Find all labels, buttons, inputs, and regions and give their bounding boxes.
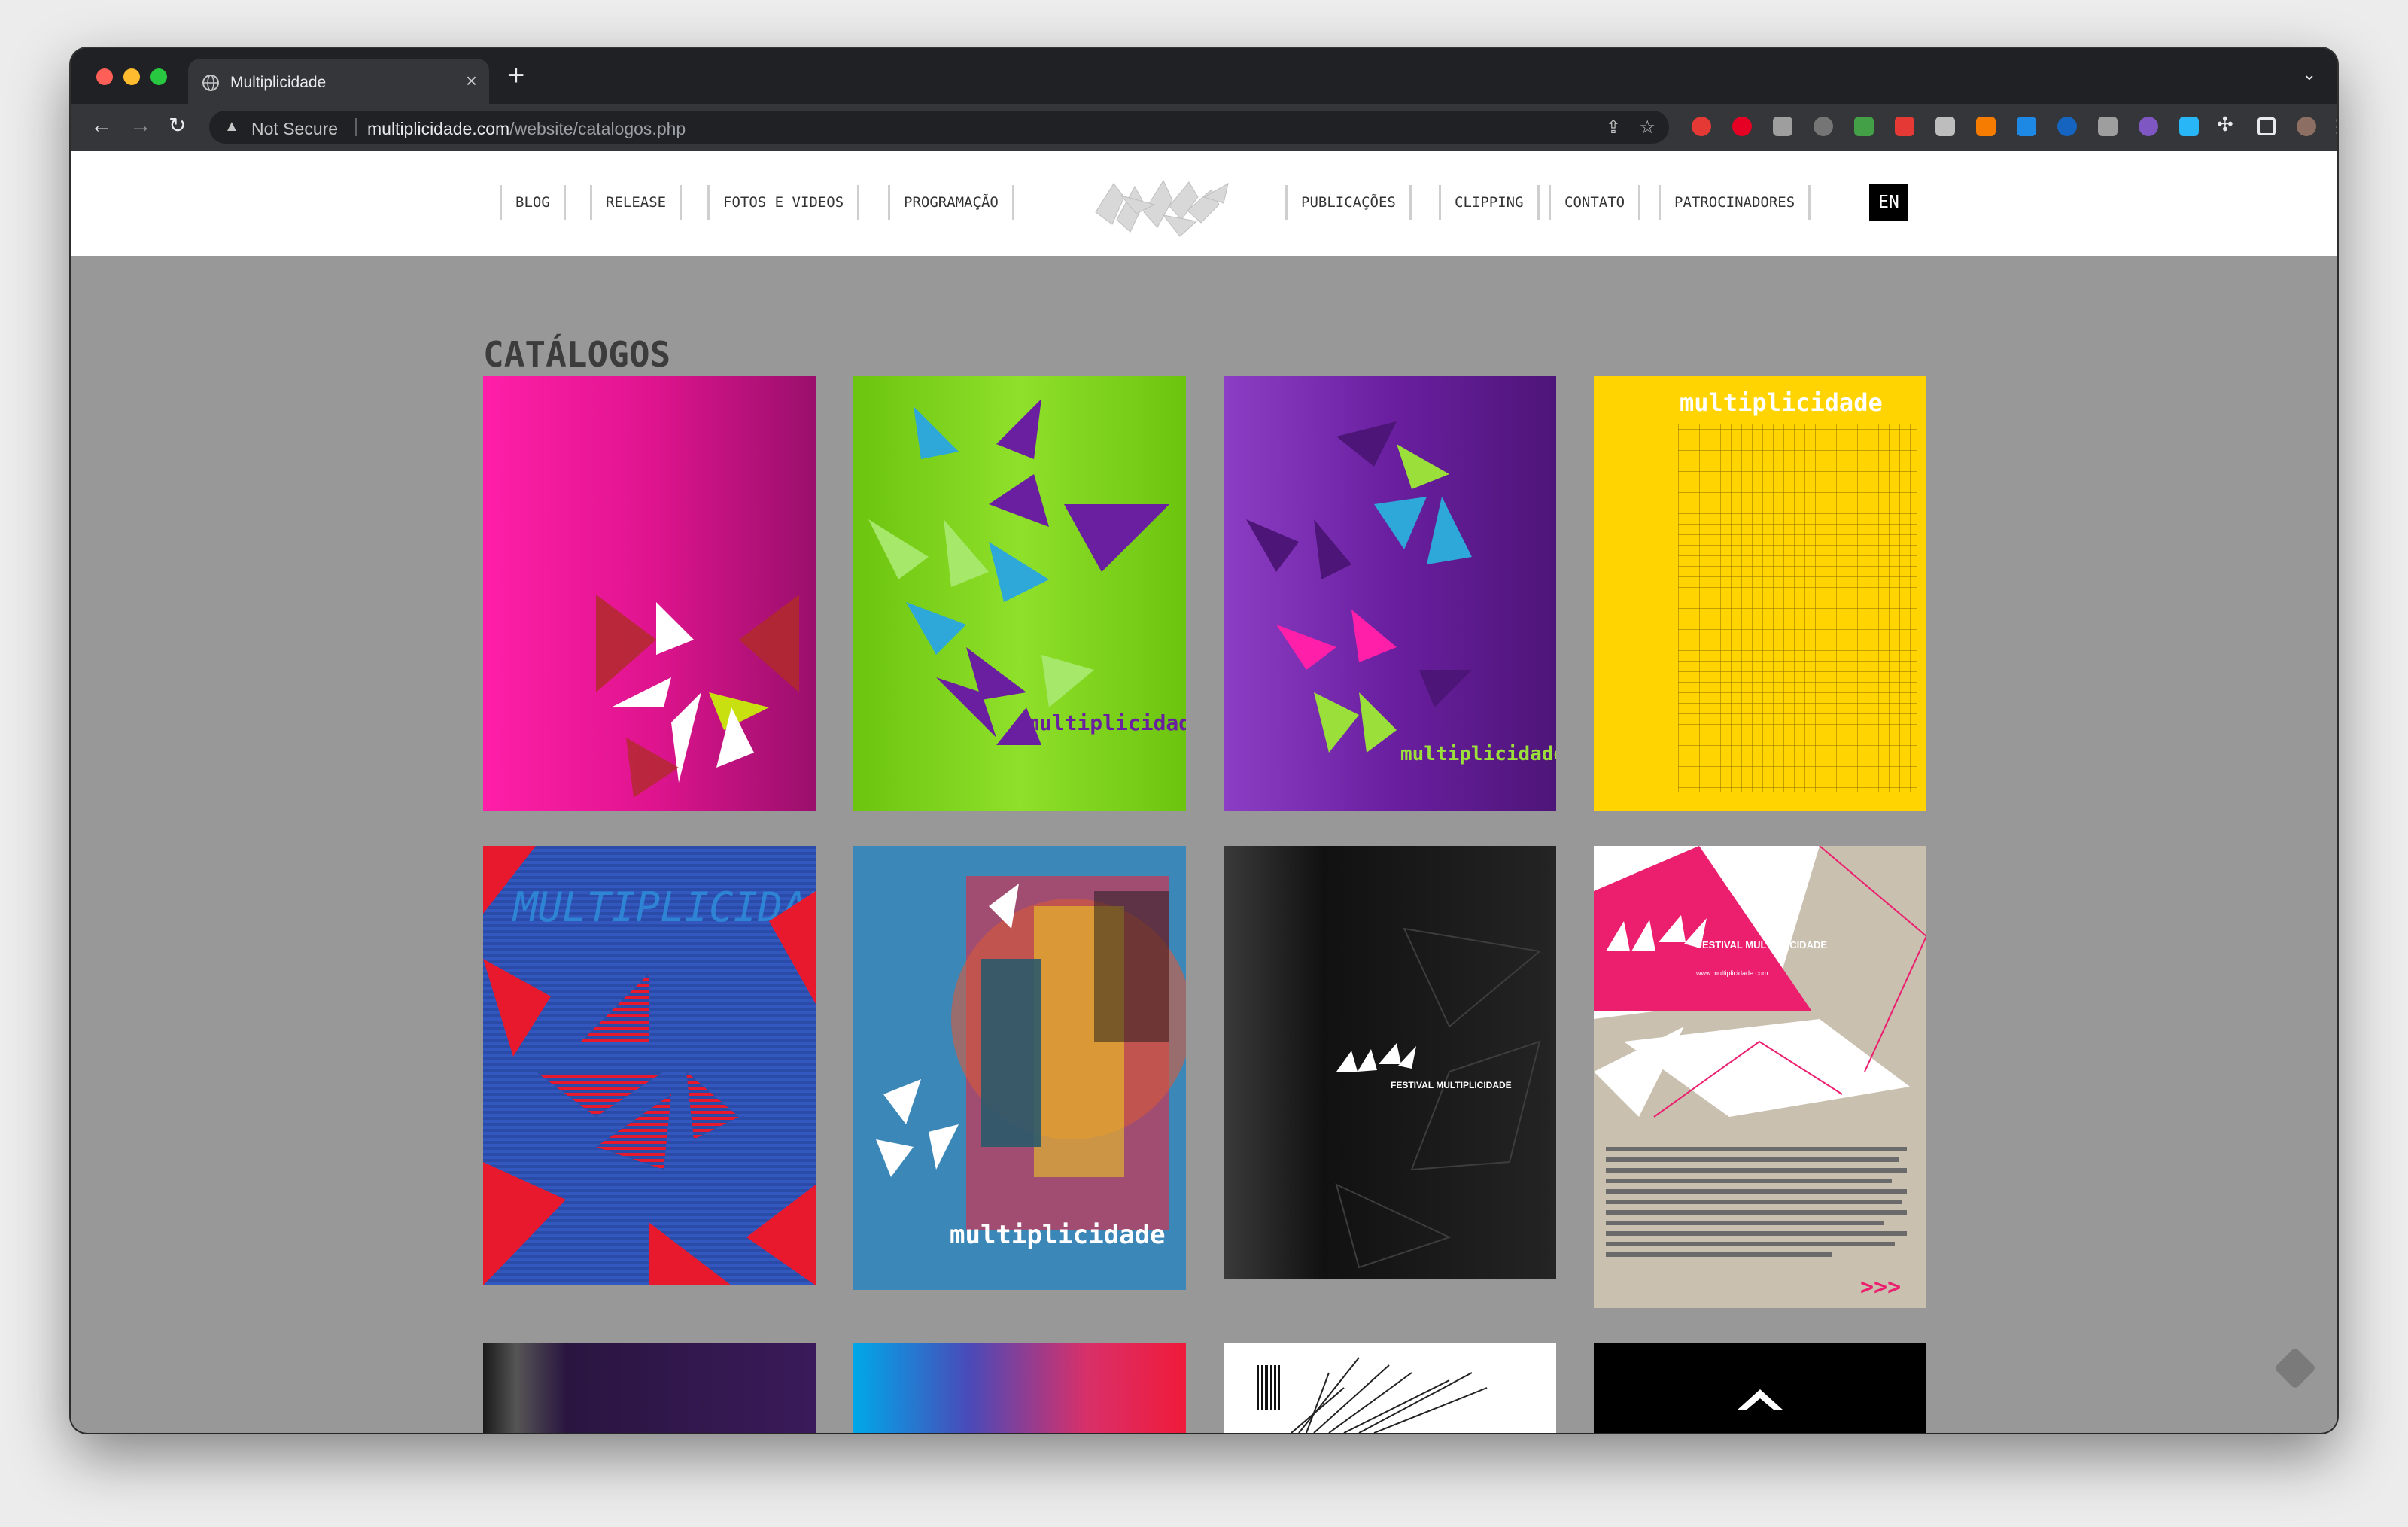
extension-circle-icon[interactable] [2057,117,2077,136]
nav-programacao[interactable]: PROGRAMAÇÃO [888,185,1014,220]
address-bar[interactable]: ▲ Not Secure multiplicidade.com/website/… [209,111,1669,144]
cover-text: multiplicidade [1026,710,1186,735]
extension-mail-icon[interactable] [1854,117,1874,136]
catalog-cover-7[interactable]: FESTIVAL MULTIPLICIDADE [1224,846,1556,1279]
minimize-window-button[interactable] [123,68,140,85]
tab-bar: Multiplicidade × + ⌄ [71,48,2337,105]
corner-badge-icon[interactable] [2273,1346,2317,1390]
site-logo[interactable] [1091,167,1233,241]
extension-adblock-icon[interactable] [1692,117,1711,136]
browser-window: Multiplicidade × + ⌄ ← → ↻ ▲ Not Secure … [71,48,2337,1433]
extension-ghost-icon[interactable] [1814,117,1833,136]
extension-metamask-icon[interactable] [1976,117,1996,136]
extension-camera-icon[interactable] [2098,117,2118,136]
catalog-cover-6[interactable]: multiplicidade [853,846,1186,1290]
nav-blog[interactable]: BLOG [500,185,566,220]
browser-menu-icon[interactable]: ⋮ [2328,116,2337,138]
profile-avatar[interactable] [2297,117,2316,136]
warning-icon: ▲ [224,118,239,135]
share-icon[interactable]: ⇪ [1606,117,1621,138]
cover-text: MULTIPLICIDADE [512,884,816,931]
extensions-puzzle-icon[interactable]: ✣ [2217,113,2233,136]
catalog-cover-2[interactable]: multiplicidade [853,376,1186,811]
bookmark-star-icon[interactable]: ☆ [1639,117,1655,138]
catalog-cover-1[interactable] [483,376,816,811]
chevron-down-icon[interactable]: ⌄ [2303,65,2316,84]
extension-m-icon[interactable] [1773,117,1792,136]
close-tab-icon[interactable]: × [466,69,477,93]
cover-text: multiplicidade [1680,388,1883,417]
globe-icon [202,75,219,91]
url-text[interactable]: multiplicidade.com/website/catalogos.php [367,119,686,139]
cover-text: FESTIVAL MULTIPLICIDADE [1696,939,1827,951]
reload-icon[interactable]: ↻ [169,113,186,138]
catalog-cover-5[interactable]: MULTIPLICIDADE [483,846,816,1285]
nav-publicacoes[interactable]: PUBLICAÇÕES [1285,185,1412,220]
back-icon[interactable]: ← [90,113,113,138]
browser-tab[interactable]: Multiplicidade × [188,59,489,105]
cover-arrows: >>> [1860,1274,1901,1300]
catalog-cover-11[interactable] [1224,1343,1556,1433]
nav-clipping[interactable]: CLIPPING [1439,185,1540,220]
side-panel-icon[interactable] [2258,117,2276,135]
divider [355,118,357,136]
cover-text: multiplicidade [1400,743,1556,765]
browser-toolbar: ← → ↻ ▲ Not Secure multiplicidade.com/we… [71,104,2337,151]
nav-contato[interactable]: CONTATO [1549,185,1641,220]
extension-tp-icon[interactable] [1895,117,1914,136]
nav-fotos-e-videos[interactable]: FOTOS E VIDEOS [707,185,860,220]
catalog-cover-9[interactable] [483,1343,816,1433]
extension-shield-icon[interactable] [2017,117,2036,136]
catalog-cover-10[interactable] [853,1343,1186,1433]
catalog-cover-3[interactable]: multiplicidade [1224,376,1556,811]
close-window-button[interactable] [96,68,113,85]
forward-icon[interactable]: → [129,113,152,138]
extension-diamond-icon[interactable] [2179,117,2199,136]
catalog-cover-4[interactable]: multiplicidade [1594,376,1926,811]
site-header: BLOG RELEASE FOTOS E VIDEOS PROGRAMAÇÃO … [71,151,2337,256]
page-title: CATÁLOGOS [483,334,671,375]
catalog-cover-12[interactable] [1594,1343,1926,1433]
web-page: BLOG RELEASE FOTOS E VIDEOS PROGRAMAÇÃO … [71,151,2337,1433]
nav-release[interactable]: RELEASE [590,185,683,220]
cover-text: multiplicidade [950,1220,1166,1250]
maximize-window-button[interactable] [150,68,167,85]
extension-snowflake-icon[interactable] [2139,117,2158,136]
new-tab-button[interactable]: + [507,59,524,93]
extension-pinterest-icon[interactable] [1732,117,1752,136]
cover-text: FESTIVAL MULTIPLICIDADE [1391,1080,1512,1090]
catalog-cover-8[interactable]: FESTIVAL MULTIPLICIDADE www.multiplicida… [1594,846,1926,1308]
language-toggle-button[interactable]: EN [1869,184,1908,221]
security-label[interactable]: Not Secure [251,119,338,139]
cover-subtext: www.multiplicidade.com [1695,969,1768,977]
tab-title: Multiplicidade [230,74,327,91]
extension-image-icon[interactable] [1935,117,1955,136]
nav-patrocinadores[interactable]: PATROCINADORES [1659,185,1811,220]
